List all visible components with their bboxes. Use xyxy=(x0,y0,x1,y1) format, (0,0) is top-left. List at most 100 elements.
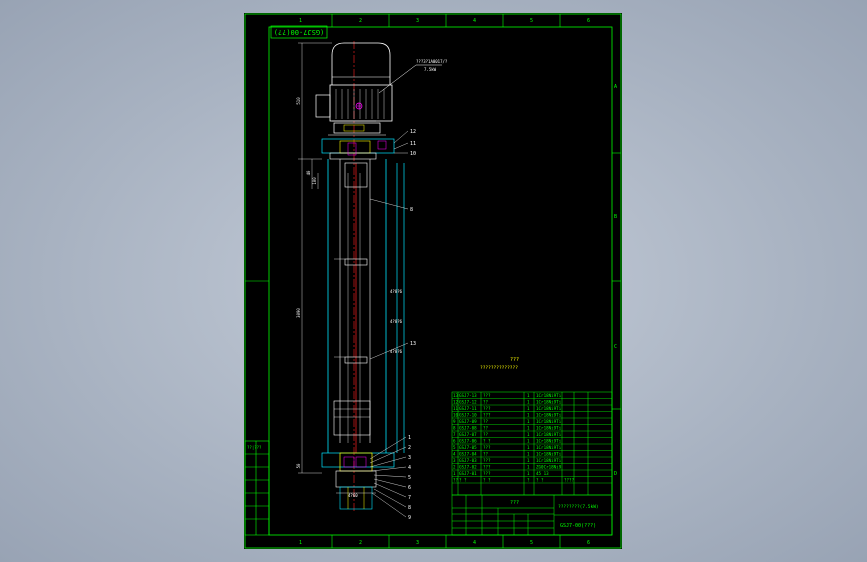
zone-label: 6 xyxy=(587,540,590,546)
motor xyxy=(315,42,393,122)
bom-cell-no: 6 xyxy=(453,439,456,444)
bom-cell-no: 4 xyxy=(453,452,456,457)
dim-column-length: 3090 xyxy=(296,308,301,318)
bom-cell-material: 1Cr18Ni9Ti xyxy=(536,426,562,431)
bom-cell-qty: 1 xyxy=(527,426,530,431)
notes-line: ?????????????? xyxy=(480,365,518,371)
bom-cell-no: 10 xyxy=(453,413,459,418)
bom-cell-qty: 1 xyxy=(527,419,530,424)
bom-cell-code: GSJ7-05 xyxy=(459,445,477,450)
zone-label: 4 xyxy=(473,18,476,24)
bom-cell-qty: 1 xyxy=(527,458,530,463)
bom-header-extra: ???? xyxy=(564,478,575,483)
balloon-6: 6 xyxy=(408,485,411,491)
balloon-2: 2 xyxy=(408,445,411,451)
title-company: ??? xyxy=(510,500,519,506)
bom-cell-no: 11 xyxy=(453,406,459,411)
bom-cell-code: GSJ7-04 xyxy=(459,452,477,457)
balloon-8: 8 xyxy=(410,207,413,213)
side-panel-label: ??|??? xyxy=(247,445,262,450)
left-side-panel xyxy=(244,440,270,536)
bom-cell-no: 5 xyxy=(453,445,456,450)
zone-label: 1 xyxy=(299,18,302,24)
bom-cell-no: 3 xyxy=(453,458,456,463)
drawing-code-text: (GSJ7-00(??) xyxy=(274,28,325,36)
dim-small: 40 xyxy=(306,170,311,175)
bom-cell-material: 1Cr18Ni9Ti xyxy=(536,458,562,463)
motor-callout-sub: 7.5kW xyxy=(424,67,437,72)
notes-title: ??? xyxy=(510,357,519,363)
bom-cell-name: ??? xyxy=(483,413,491,418)
bom-cell-material: 45 13 xyxy=(536,471,549,476)
bom-cell-name: ??? xyxy=(483,406,491,411)
bom-cell-code: GSJ7-12 xyxy=(459,400,477,405)
bom-cell-code: GSJ7-10 xyxy=(459,413,477,418)
bom-cell-material: 1Cr18Ni9Ti xyxy=(536,419,562,424)
balloon-9: 9 xyxy=(408,515,411,521)
balloon-1: 1 xyxy=(408,435,411,441)
bom-header-material: ? ? xyxy=(536,478,544,483)
bom-cell-name: ?? xyxy=(483,400,489,405)
motor-callout: ???3?1A0017/? xyxy=(416,59,448,64)
bom-cell-qty: 1 xyxy=(527,413,530,418)
bom-cell-qty: 1 xyxy=(527,406,530,411)
bom-cell-name: ??? xyxy=(483,471,491,476)
bom-cell-name: ?? xyxy=(483,432,489,437)
bom-cell-qty: 1 xyxy=(527,465,530,470)
dim-pipe-dia: 4?8?6 xyxy=(390,289,403,294)
bom-cell-name: ?? xyxy=(483,419,489,424)
zone-label: 4 xyxy=(473,540,476,546)
zone-ticks-top xyxy=(245,14,621,548)
bom-cell-material: 1Cr18Ni9Ti xyxy=(536,400,562,405)
balloon-10: 10 xyxy=(410,151,416,157)
bom-cell-no: 2 xyxy=(453,465,456,470)
bom-cell-material: 1Cr18Ni9Ti xyxy=(536,406,562,411)
bom-cell-code: GSJ7-08 xyxy=(459,426,477,431)
dim-bottom: 4?60 xyxy=(348,493,358,498)
bom-cell-code: GSJ7-13 xyxy=(459,393,477,398)
dimension-lines-left xyxy=(298,42,332,474)
dim-small: 50 xyxy=(296,463,301,468)
bom-cell-material: ZG0Cr18Ni9 xyxy=(536,465,562,470)
zone-label: 3 xyxy=(416,18,419,24)
balloon-8b: 8 xyxy=(408,505,411,511)
bom-cell-no: 1 xyxy=(453,471,456,476)
bom-cell-qty: 1 xyxy=(527,471,530,476)
bom-cell-code: GSJ7-01 xyxy=(459,471,477,476)
bom-cell-name: ??? xyxy=(483,458,491,463)
zone-label: 1 xyxy=(299,540,302,546)
zone-label: 3 xyxy=(416,540,419,546)
zone-label: 2 xyxy=(359,540,362,546)
balloon-11: 11 xyxy=(410,141,416,147)
bom-cell-name: ?? xyxy=(483,452,489,457)
balloons-upper: 12 11 10 8 13 xyxy=(369,129,416,360)
bom-cell-qty: 1 xyxy=(527,400,530,405)
title-product: ????????(7.5kW) xyxy=(558,504,599,510)
dim-pipe-dia: 4?8?6 xyxy=(390,319,403,324)
outer-frame xyxy=(244,13,622,549)
balloon-5: 5 xyxy=(408,475,411,481)
zone-label: 2 xyxy=(359,18,362,24)
bom-cell-qty: 1 xyxy=(527,452,530,457)
zone-label: 5 xyxy=(530,18,533,24)
motor-callout-leader xyxy=(378,64,417,94)
title-drawing-number: GSJ7-00(???) xyxy=(560,523,596,529)
balloon-3: 3 xyxy=(408,455,411,461)
zone-label: C xyxy=(614,344,617,350)
bom-cell-qty: 1 xyxy=(527,439,530,444)
bom-cell-material: 1Cr18Ni9Ti xyxy=(536,439,562,444)
cad-drawing-sheet: 1 2 3 4 5 6 1 2 3 4 5 6 A B C D (GSJ7-00… xyxy=(244,13,622,549)
bom-cell-name: ??? xyxy=(483,445,491,450)
bom-cell-code: GSJ7-03 xyxy=(459,458,477,463)
title-block-grid xyxy=(451,494,613,536)
balloon-13: 13 xyxy=(410,341,416,347)
bom-cell-material: 1Cr18Ni9Ti xyxy=(536,393,562,398)
bom-cell-name: ? ? xyxy=(483,439,491,444)
motor-stand xyxy=(321,122,395,160)
bom-cell-code: GSJ7-06 xyxy=(459,439,477,444)
bom-cell-no: 7 xyxy=(453,432,456,437)
bom-header-qty: ? xyxy=(527,478,530,483)
zone-label: B xyxy=(614,214,617,220)
bom-cell-no: 9 xyxy=(453,419,456,424)
bom-cell-material: 1Cr18Ni9Ti xyxy=(536,445,562,450)
